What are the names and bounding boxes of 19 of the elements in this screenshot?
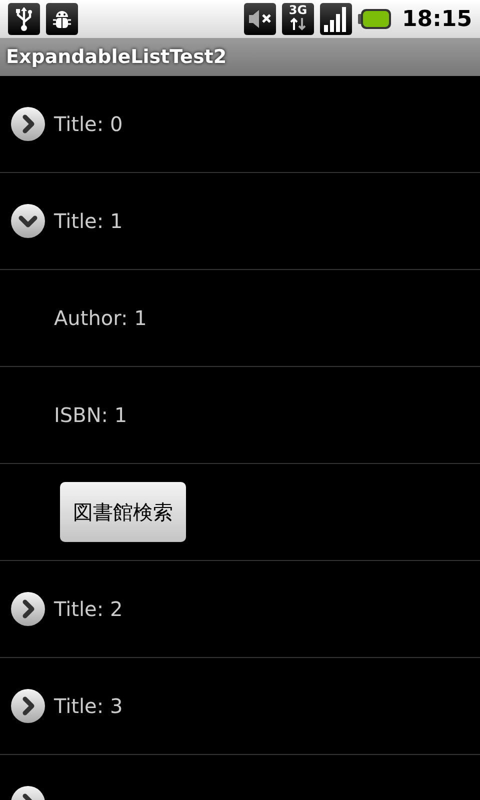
expand-indicator-icon[interactable]	[11, 689, 45, 723]
signal-icon	[320, 3, 352, 35]
battery-icon	[358, 8, 392, 30]
group-title[interactable]: Title: 0	[54, 112, 123, 136]
mute-icon	[244, 3, 276, 35]
network-type-icon: 3G	[282, 3, 314, 35]
usb-icon	[8, 3, 40, 35]
child-text: ISBN: 1	[54, 403, 128, 427]
android-bug-icon	[46, 3, 78, 35]
clock-time: 18:15	[402, 6, 472, 32]
collapse-indicator-icon[interactable]	[11, 204, 45, 238]
app-title: ExpandableListTest2	[6, 46, 227, 68]
expand-indicator-icon[interactable]	[11, 107, 45, 141]
group-title[interactable]: Title: 3	[54, 694, 123, 718]
group-title[interactable]: Title: 2	[54, 597, 123, 621]
child-text: Author: 1	[54, 306, 147, 330]
library-search-button[interactable]: 図書館検索	[60, 482, 186, 542]
group-title[interactable]: Title: 1	[54, 209, 123, 233]
expand-indicator-icon[interactable]	[11, 592, 45, 626]
